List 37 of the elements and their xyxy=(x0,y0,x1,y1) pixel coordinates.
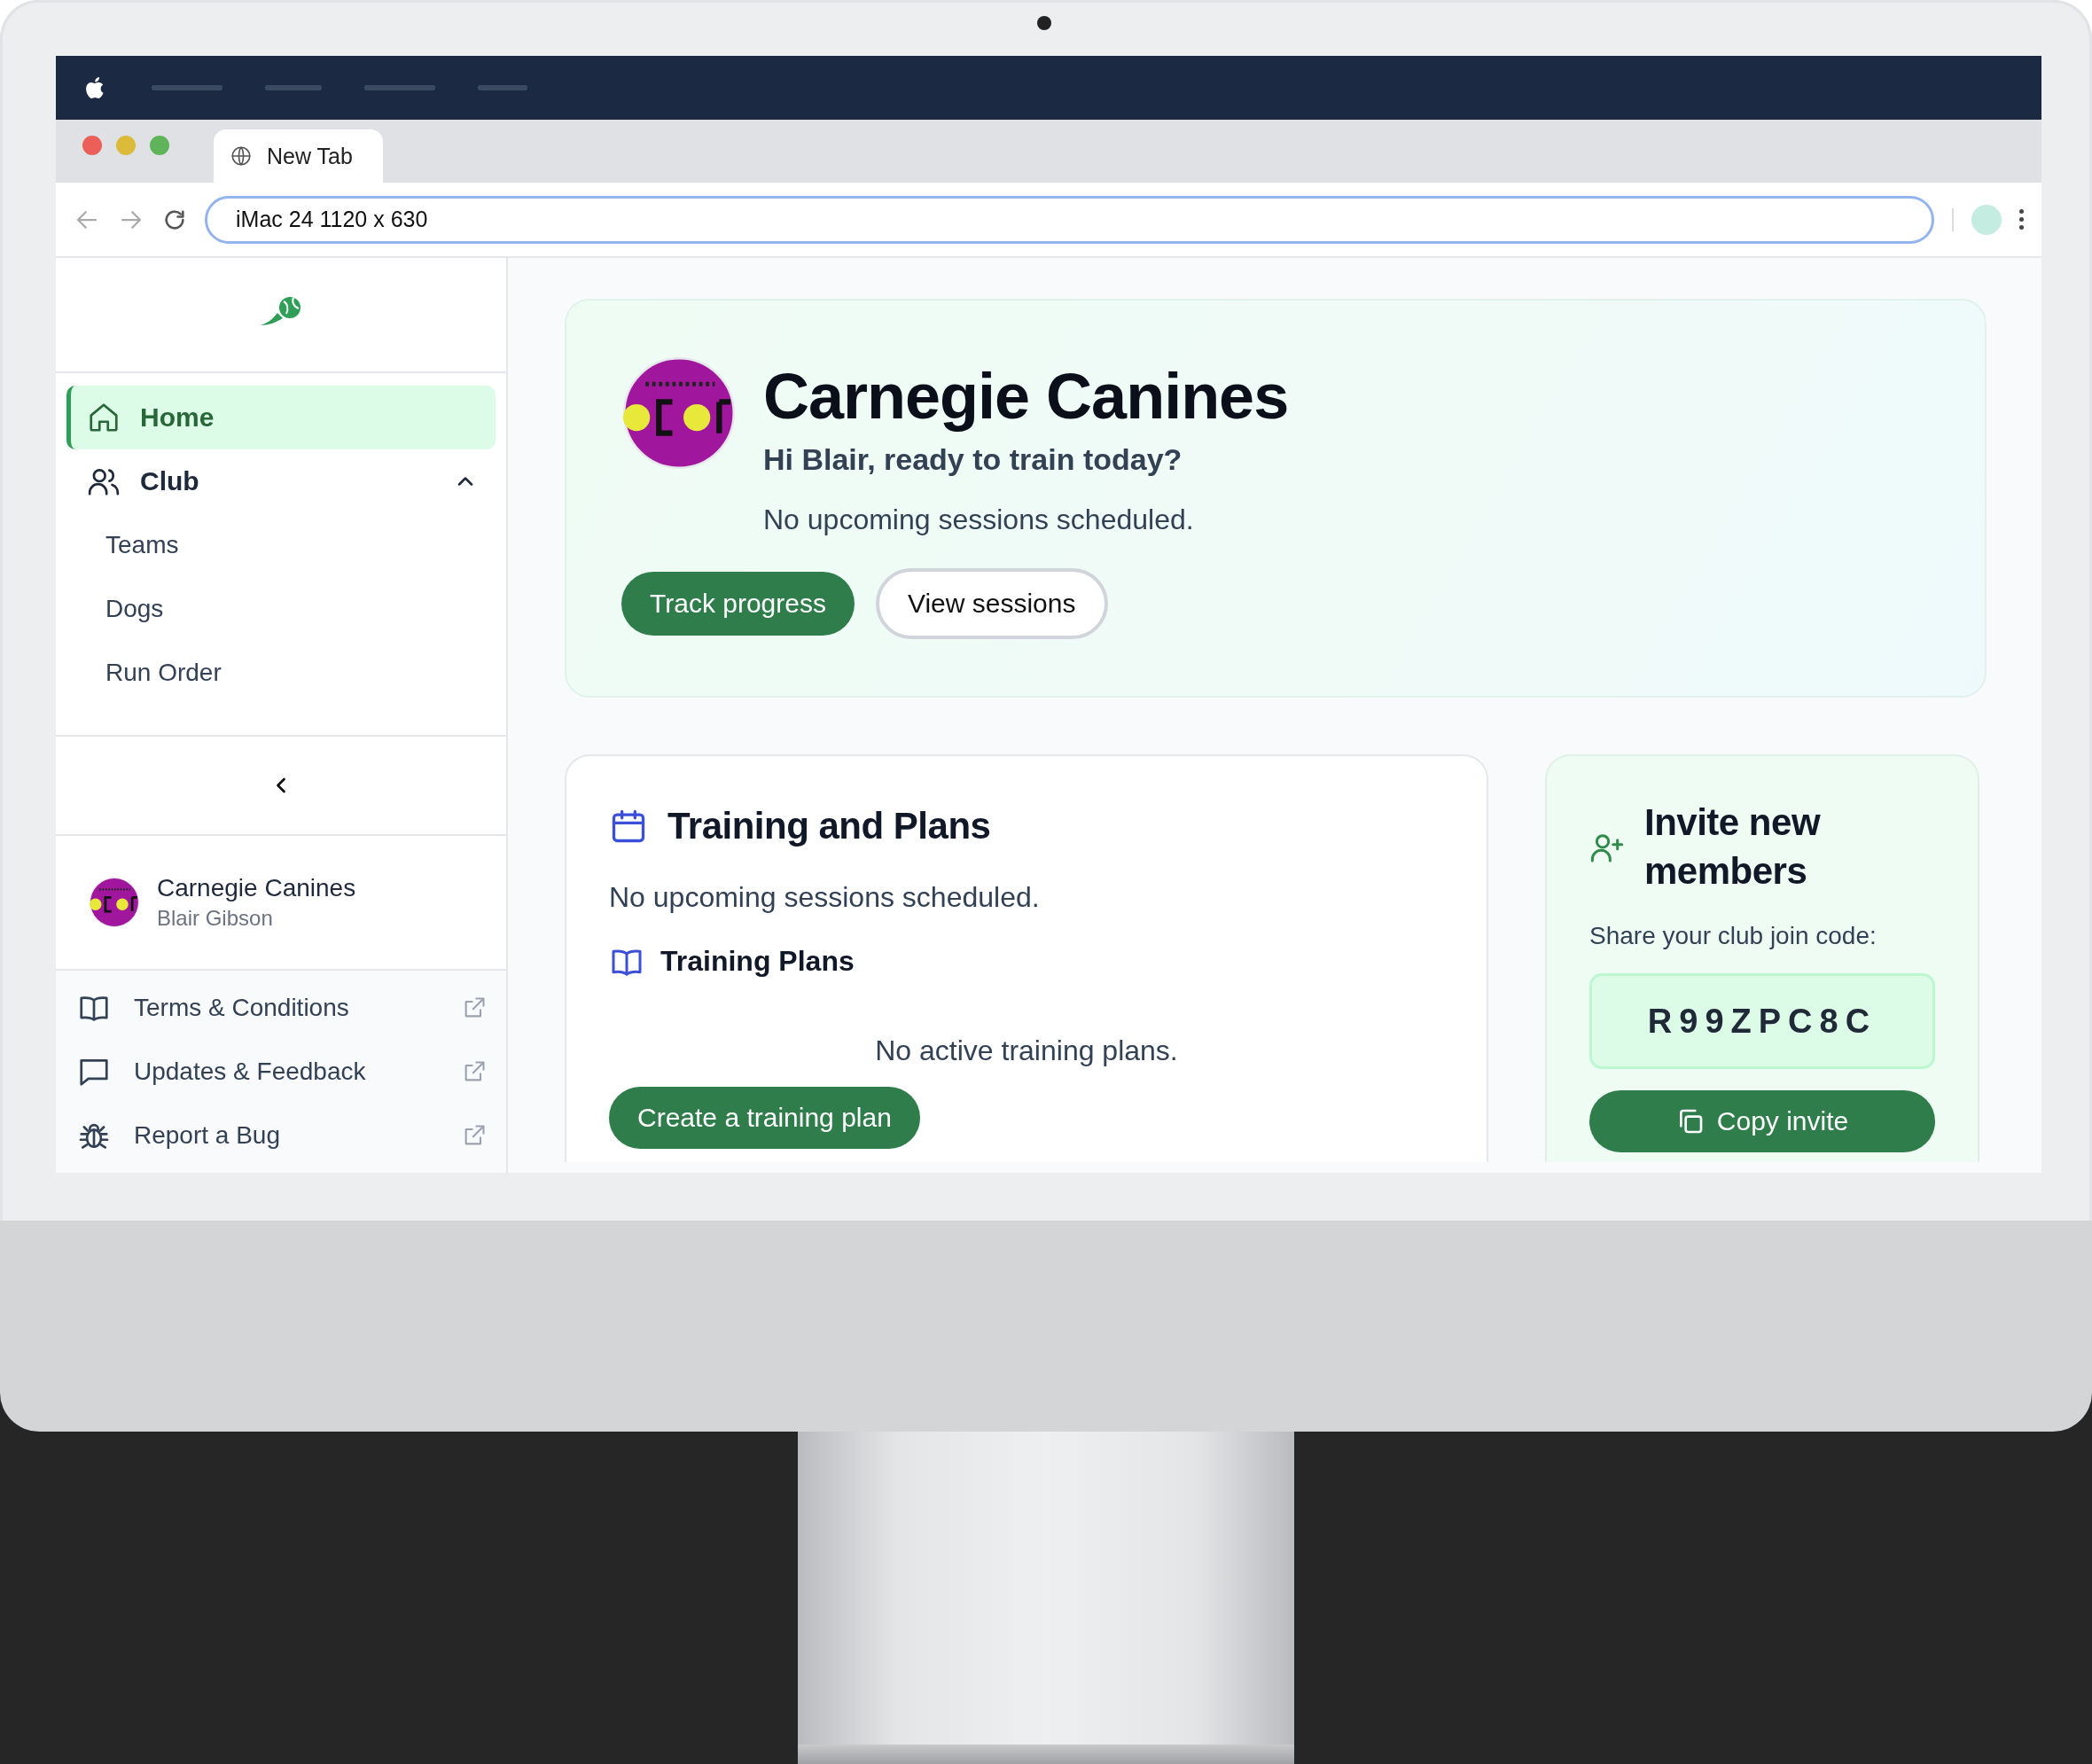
globe-icon xyxy=(230,144,253,168)
section-title: Training Plans xyxy=(660,945,855,979)
browser-tab[interactable]: New Tab xyxy=(214,129,383,183)
zoom-button[interactable] xyxy=(150,135,169,155)
nav-item[interactable]: Home xyxy=(66,386,496,449)
join-code: R99ZPC8C xyxy=(1589,973,1935,1070)
code-prompt: Share your club join code: xyxy=(1589,922,1877,951)
close-button[interactable] xyxy=(82,135,102,155)
profile-icon[interactable] xyxy=(1971,204,2002,235)
menu-placeholder[interactable] xyxy=(478,85,527,90)
empty-message: No active training plans. xyxy=(874,1034,1179,1067)
home-icon xyxy=(87,401,121,434)
user-name: Blair Gibson xyxy=(157,906,274,931)
club-avatar xyxy=(90,878,139,927)
card-title: Invite new members xyxy=(1644,800,1822,894)
club-name: Carnegie Canines xyxy=(157,874,356,902)
card-title: Training and Plans xyxy=(667,804,991,848)
address-field[interactable]: iMac 24 1120 x 630 xyxy=(205,195,1934,244)
track-button[interactable]: Track progress xyxy=(621,572,855,636)
nav-subitem[interactable]: Dogs xyxy=(66,577,496,641)
nav-subitem[interactable]: Run Order xyxy=(66,641,496,705)
minimize-button[interactable] xyxy=(116,135,136,155)
nav-subitem[interactable]: Teams xyxy=(66,513,496,577)
nav-item[interactable]: Club xyxy=(66,449,496,513)
session-status: No upcoming sessions scheduled. xyxy=(763,503,1195,536)
menu-placeholder[interactable] xyxy=(265,85,322,90)
session-status: No upcoming sessions scheduled. xyxy=(609,880,1041,914)
sidebar-link[interactable]: Report a Bug xyxy=(56,1104,506,1167)
greeting: Hi Blair, ready to train today? xyxy=(763,442,1183,477)
sidebar-link[interactable]: Terms & Conditions xyxy=(56,976,506,1040)
more-icon[interactable] xyxy=(2019,209,2024,230)
sessions-button[interactable]: View sessions xyxy=(875,568,1108,639)
menu-placeholder[interactable] xyxy=(152,85,222,90)
sidebar-link[interactable]: Updates & Feedback xyxy=(56,1040,506,1104)
create-plan-button[interactable]: Create a training plan xyxy=(609,1086,920,1149)
menu-placeholder[interactable] xyxy=(364,85,435,90)
copy-invite-button[interactable]: Copy invite xyxy=(1589,1090,1935,1153)
